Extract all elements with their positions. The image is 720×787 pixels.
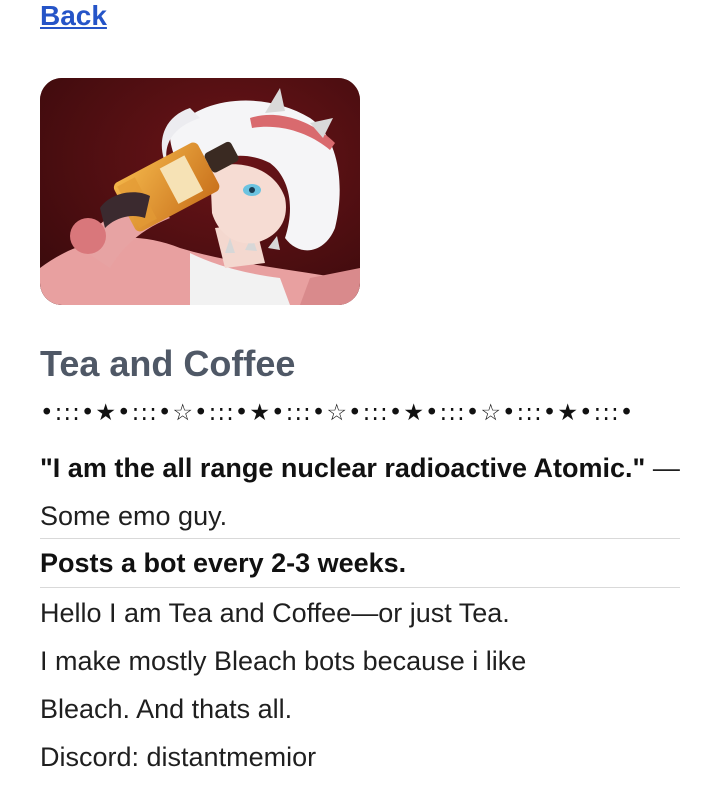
profile-bio: Hello I am Tea and Coffee—or just Tea. I… (40, 589, 700, 781)
bio-line: Hello I am Tea and Coffee—or just Tea. (40, 598, 510, 628)
bio-line: Discord: distantmemior (40, 742, 317, 772)
star-divider: •:::•★•:::•☆•:::•★•:::•☆•:::•★•:::•☆•:::… (40, 400, 635, 426)
section-divider (40, 538, 680, 539)
bio-line: I make mostly Bleach bots because i like (40, 646, 527, 676)
posting-schedule: Posts a bot every 2-3 weeks. (40, 548, 407, 578)
bio-line: Bleach. And thats all. (40, 694, 293, 724)
back-link[interactable]: Back (40, 0, 107, 32)
section-divider (40, 587, 680, 588)
avatar-illustration (40, 78, 360, 305)
profile-quote: "I am the all range nuclear radioactive … (40, 444, 680, 540)
profile-name: Tea and Coffee (40, 343, 296, 384)
quote-text: "I am the all range nuclear radioactive … (40, 453, 646, 483)
profile-avatar (40, 78, 360, 305)
